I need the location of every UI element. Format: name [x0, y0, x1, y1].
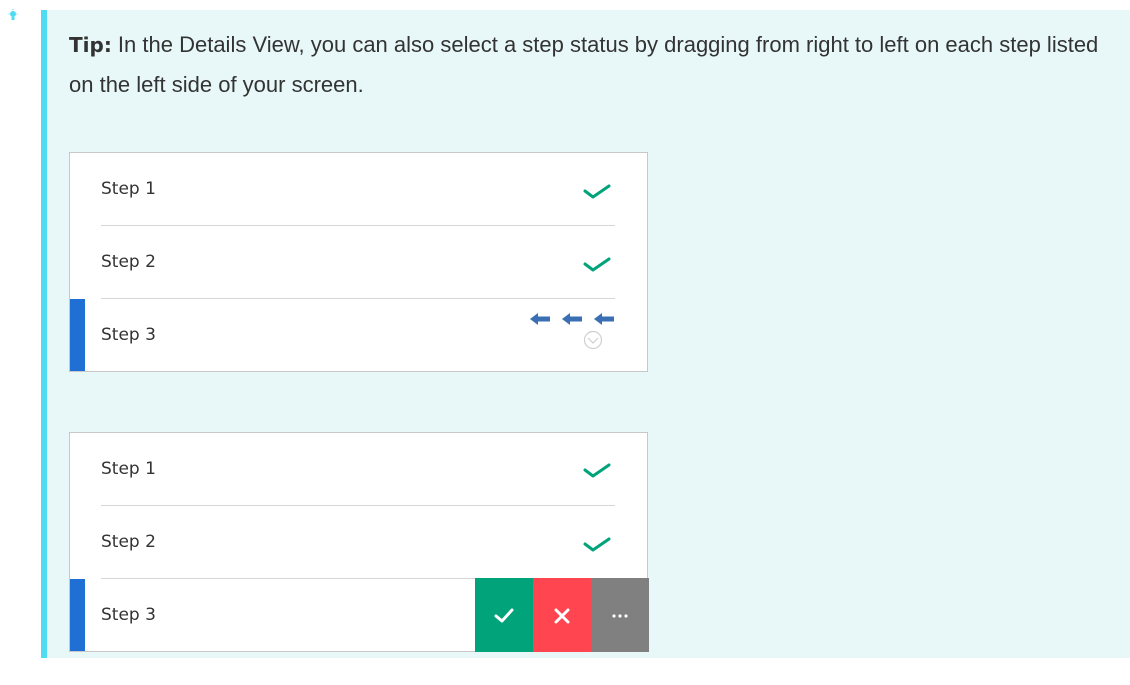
more-icon: [612, 614, 628, 618]
tip-text: Tip: In the Details View, you can also s…: [69, 25, 1119, 104]
check-icon: [583, 257, 611, 272]
tip-heading: Tip:: [69, 33, 112, 57]
check-icon: [583, 184, 611, 199]
step-row-2[interactable]: Step 2: [70, 506, 647, 579]
step-row-1[interactable]: Step 1: [70, 153, 647, 226]
x-icon: [554, 608, 570, 624]
step-label: Step 1: [101, 179, 156, 199]
fail-button[interactable]: [533, 578, 591, 652]
step-list-drag-hint: Step 1 Step 2 Step 3: [69, 152, 648, 372]
status-dropdown-icon[interactable]: [581, 330, 605, 350]
lightbulb-icon: [8, 9, 18, 20]
tip-body: In the Details View, you can also select…: [69, 32, 1099, 97]
swipe-left-arrows-icon: [530, 313, 614, 325]
step-label: Step 3: [101, 605, 156, 625]
step-label: Step 2: [101, 252, 156, 272]
more-button[interactable]: [591, 578, 649, 652]
check-icon: [583, 463, 611, 478]
check-icon: [583, 537, 611, 552]
step-row-3[interactable]: Step 3: [70, 299, 647, 372]
step-label: Step 1: [101, 459, 156, 479]
check-icon: [494, 608, 514, 623]
step-list-actions-revealed: Step 1 Step 2 Step 3: [69, 432, 649, 652]
step-label: Step 3: [101, 325, 156, 345]
step-row-2[interactable]: Step 2: [70, 226, 647, 299]
pass-button[interactable]: [475, 578, 533, 652]
step-row-1[interactable]: Step 1: [70, 433, 647, 506]
tip-accent-bar: [41, 10, 47, 658]
step-label: Step 2: [101, 532, 156, 552]
